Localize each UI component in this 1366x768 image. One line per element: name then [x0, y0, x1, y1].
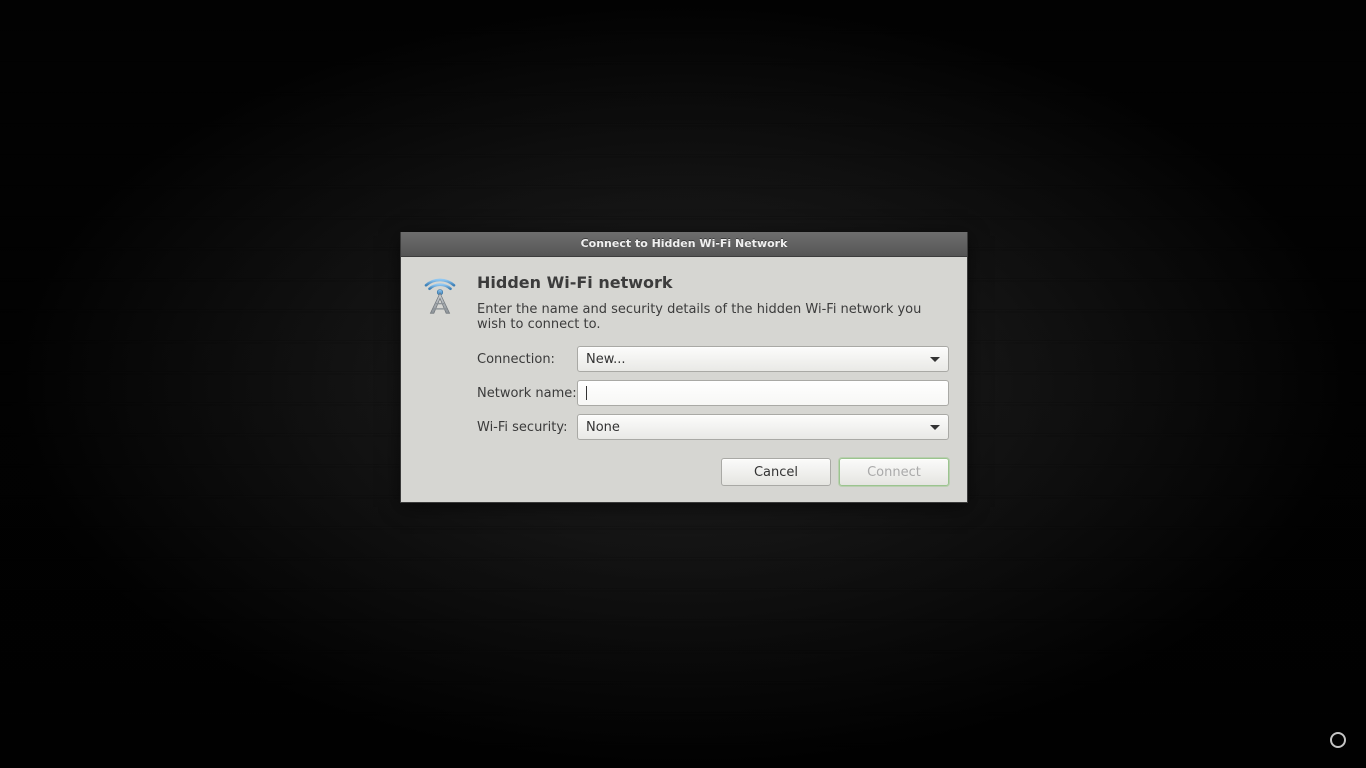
form-row-connection: Connection: New...: [477, 346, 949, 372]
hidden-wifi-dialog: Connect to Hidden Wi-Fi Network: [400, 232, 968, 503]
network-name-label: Network name:: [477, 386, 577, 401]
activity-indicator-icon: [1330, 732, 1346, 748]
wifi-security-combo[interactable]: None: [577, 414, 949, 440]
dialog-button-row: Cancel Connect: [419, 458, 949, 486]
cancel-button[interactable]: Cancel: [721, 458, 831, 486]
chevron-down-icon: [930, 357, 940, 362]
desktop-background: Connect to Hidden Wi-Fi Network: [0, 0, 1366, 768]
connection-combo-value: New...: [586, 352, 626, 367]
dialog-header-row: Hidden Wi-Fi network Enter the name and …: [419, 271, 949, 346]
connect-button[interactable]: Connect: [839, 458, 949, 486]
dialog-titlebar[interactable]: Connect to Hidden Wi-Fi Network: [401, 232, 967, 257]
wifi-security-label: Wi-Fi security:: [477, 420, 577, 435]
connection-label: Connection:: [477, 352, 577, 367]
dialog-title-text: Connect to Hidden Wi-Fi Network: [581, 237, 788, 250]
dialog-body: Hidden Wi-Fi network Enter the name and …: [401, 257, 967, 502]
network-name-input[interactable]: [577, 380, 949, 406]
chevron-down-icon: [930, 425, 940, 430]
connection-combo[interactable]: New...: [577, 346, 949, 372]
dialog-heading: Hidden Wi-Fi network: [477, 273, 949, 292]
form-row-wifi-security: Wi-Fi security: None: [477, 414, 949, 440]
network-name-field[interactable]: [587, 386, 940, 401]
connect-button-label: Connect: [867, 465, 921, 480]
wifi-security-combo-value: None: [586, 420, 620, 435]
wifi-tower-icon: [419, 271, 461, 319]
form-row-network-name: Network name:: [477, 380, 949, 406]
cancel-button-label: Cancel: [754, 465, 798, 480]
wifi-form: Connection: New... Network name:: [477, 346, 949, 440]
dialog-description: Enter the name and security details of t…: [477, 302, 949, 332]
dialog-header-text: Hidden Wi-Fi network Enter the name and …: [477, 271, 949, 346]
